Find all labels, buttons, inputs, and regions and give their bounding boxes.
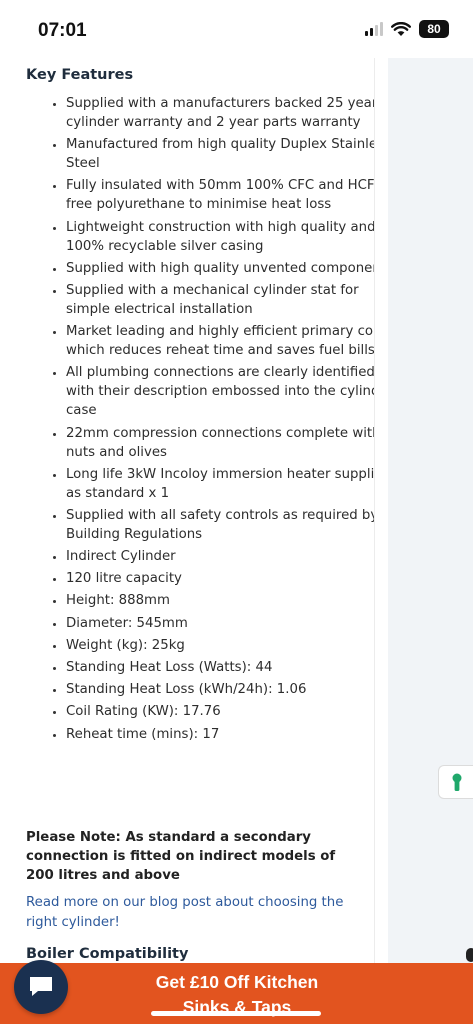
keyhole-icon xyxy=(452,773,461,791)
list-item: Fully insulated with 50mm 100% CFC and H… xyxy=(66,176,374,214)
list-item: All plumbing connections are clearly ide… xyxy=(66,363,374,420)
list-item: 22mm compression connections complete wi… xyxy=(66,424,374,462)
right-gutter xyxy=(388,58,473,968)
blog-post-link[interactable]: Read more on our blog post about choosin… xyxy=(26,893,356,932)
home-indicator xyxy=(151,1011,321,1016)
scroll-indicator xyxy=(466,948,473,962)
list-item: Coil Rating (KW): 17.76 xyxy=(66,702,374,721)
list-item: Long life 3kW Incoloy immersion heater s… xyxy=(66,465,374,503)
list-item: Diameter: 545mm xyxy=(66,614,374,633)
list-item: Manufactured from high quality Duplex St… xyxy=(66,135,374,173)
list-item: Supplied with all safety controls as req… xyxy=(66,506,374,544)
list-item: Indirect Cylinder xyxy=(66,547,374,566)
boiler-compatibility-heading: Boiler Compatibility xyxy=(26,946,189,962)
chat-button[interactable] xyxy=(14,960,68,1014)
status-icons: 80 xyxy=(365,20,449,38)
promo-line-2: Sinks & Taps xyxy=(182,997,292,1017)
list-item: 120 litre capacity xyxy=(66,569,374,588)
status-bar: 07:01 80 xyxy=(0,0,473,58)
list-item: Supplied with a mechanical cylinder stat… xyxy=(66,281,374,319)
wifi-icon xyxy=(391,21,411,36)
key-features-heading: Key Features xyxy=(26,67,134,83)
list-item: Reheat time (mins): 17 xyxy=(66,725,374,744)
secondary-connection-note: Please Note: As standard a secondary con… xyxy=(26,830,336,883)
side-feedback-tab[interactable] xyxy=(438,765,473,799)
status-time: 07:01 xyxy=(38,20,87,41)
product-description-panel: Key Features Supplied with a manufacture… xyxy=(14,58,375,968)
list-item: Supplied with high quality unvented comp… xyxy=(66,259,374,278)
cellular-signal-icon xyxy=(365,22,383,36)
list-item: Standing Heat Loss (Watts): 44 xyxy=(66,658,374,677)
list-item: Standing Heat Loss (kWh/24h): 1.06 xyxy=(66,680,374,699)
key-features-list: Supplied with a manufacturers backed 25 … xyxy=(26,94,374,747)
promo-line-1: Get £10 Off Kitchen xyxy=(155,972,319,992)
list-item: Lightweight construction with high quali… xyxy=(66,218,374,256)
list-item: Supplied with a manufacturers backed 25 … xyxy=(66,94,374,132)
chat-bubble-icon xyxy=(30,977,52,996)
battery-icon: 80 xyxy=(419,20,449,38)
list-item: Height: 888mm xyxy=(66,591,374,610)
list-item: Market leading and highly efficient prim… xyxy=(66,322,374,360)
list-item: Weight (kg): 25kg xyxy=(66,636,374,655)
